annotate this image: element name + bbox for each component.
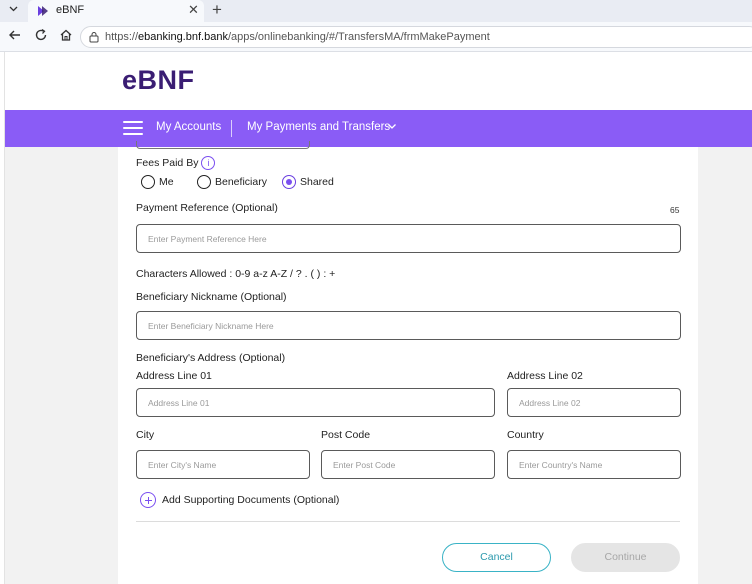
address2-input[interactable]: Address Line 02	[507, 388, 681, 417]
cancel-button[interactable]: Cancel	[442, 543, 551, 572]
radio-circle-selected[interactable]	[282, 175, 296, 189]
payment-reference-counter: 65	[670, 205, 680, 215]
chevron-down-icon[interactable]	[386, 120, 398, 132]
address-bar: https://ebanking.bnf.bank/apps/onlineban…	[0, 22, 752, 52]
add-documents-link[interactable]: Add Supporting Documents (Optional)	[140, 492, 339, 508]
browser-tab[interactable]: eBNF ✕	[28, 0, 204, 22]
new-tab-plus-icon[interactable]: +	[212, 0, 222, 20]
plus-circle-icon[interactable]	[140, 492, 156, 508]
nickname-input[interactable]: Enter Beneficiary Nickname Here	[136, 311, 681, 340]
tab-close-icon[interactable]: ✕	[188, 2, 199, 18]
nav-separator	[231, 120, 232, 137]
site-info-lock-icon[interactable]	[88, 31, 100, 43]
url-text: https://ebanking.bnf.bank/apps/onlineban…	[105, 31, 490, 43]
characters-allowed-text: Characters Allowed : 0-9 a-z A-Z / ? . (…	[136, 268, 336, 280]
payment-form-card: Fees Paid By i Me Beneficiary Shared Paym…	[118, 141, 698, 584]
city-input[interactable]: Enter City's Name	[136, 450, 310, 479]
payment-reference-label: Payment Reference (Optional)	[136, 202, 278, 214]
info-icon[interactable]: i	[201, 156, 216, 170]
radio-beneficiary[interactable]: Beneficiary	[197, 175, 267, 189]
previous-field-bottom[interactable]	[136, 141, 310, 149]
tab-list-chevron-icon[interactable]	[8, 3, 19, 17]
divider	[136, 521, 680, 522]
address2-label: Address Line 02	[507, 370, 583, 382]
ebnf-logo[interactable]: eBNF	[122, 65, 195, 95]
radio-circle[interactable]	[141, 175, 155, 189]
top-navbar: My Accounts My Payments and Transfers	[5, 110, 752, 147]
hamburger-menu-icon[interactable]	[123, 121, 145, 136]
nav-my-payments[interactable]: My Payments and Transfers	[247, 121, 390, 133]
continue-button[interactable]: Continue	[571, 543, 680, 572]
url-field[interactable]: https://ebanking.bnf.bank/apps/onlineban…	[80, 26, 752, 48]
radio-me[interactable]: Me	[141, 175, 174, 189]
nickname-label: Beneficiary Nickname (Optional)	[136, 291, 287, 303]
tab-title: eBNF	[56, 4, 85, 16]
city-label: City	[136, 429, 155, 441]
country-label: Country	[507, 429, 544, 441]
postcode-input[interactable]: Enter Post Code	[321, 450, 495, 479]
browser-tab-strip: eBNF ✕ +	[0, 0, 752, 22]
address1-input[interactable]: Address Line 01	[136, 388, 495, 417]
payment-reference-input[interactable]: Enter Payment Reference Here	[136, 224, 681, 253]
page: eBNF My Accounts My Payments and Transfe…	[4, 52, 752, 584]
nav-my-accounts[interactable]: My Accounts	[156, 121, 221, 133]
logo-text: eBNF	[122, 64, 195, 95]
country-input[interactable]: Enter Country's Name	[507, 450, 681, 479]
address-section-label: Beneficiary's Address (Optional)	[136, 352, 286, 364]
postcode-label: Post Code	[321, 429, 371, 441]
address1-label: Address Line 01	[136, 370, 212, 382]
radio-shared[interactable]: Shared	[282, 175, 334, 189]
fees-paid-by-label: Fees Paid By i	[136, 156, 216, 170]
ebnf-favicon-icon	[38, 6, 48, 16]
home-icon[interactable]	[57, 28, 75, 46]
radio-circle[interactable]	[197, 175, 211, 189]
reload-icon[interactable]	[32, 28, 50, 46]
back-arrow-icon[interactable]	[6, 28, 24, 46]
